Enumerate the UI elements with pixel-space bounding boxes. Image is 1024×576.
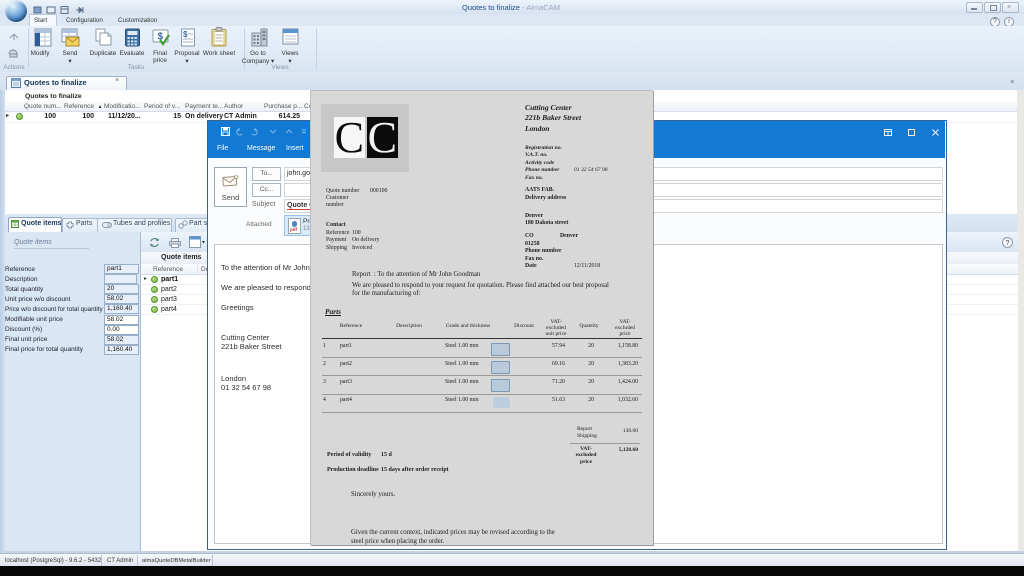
svg-text:$: $ (183, 30, 188, 39)
